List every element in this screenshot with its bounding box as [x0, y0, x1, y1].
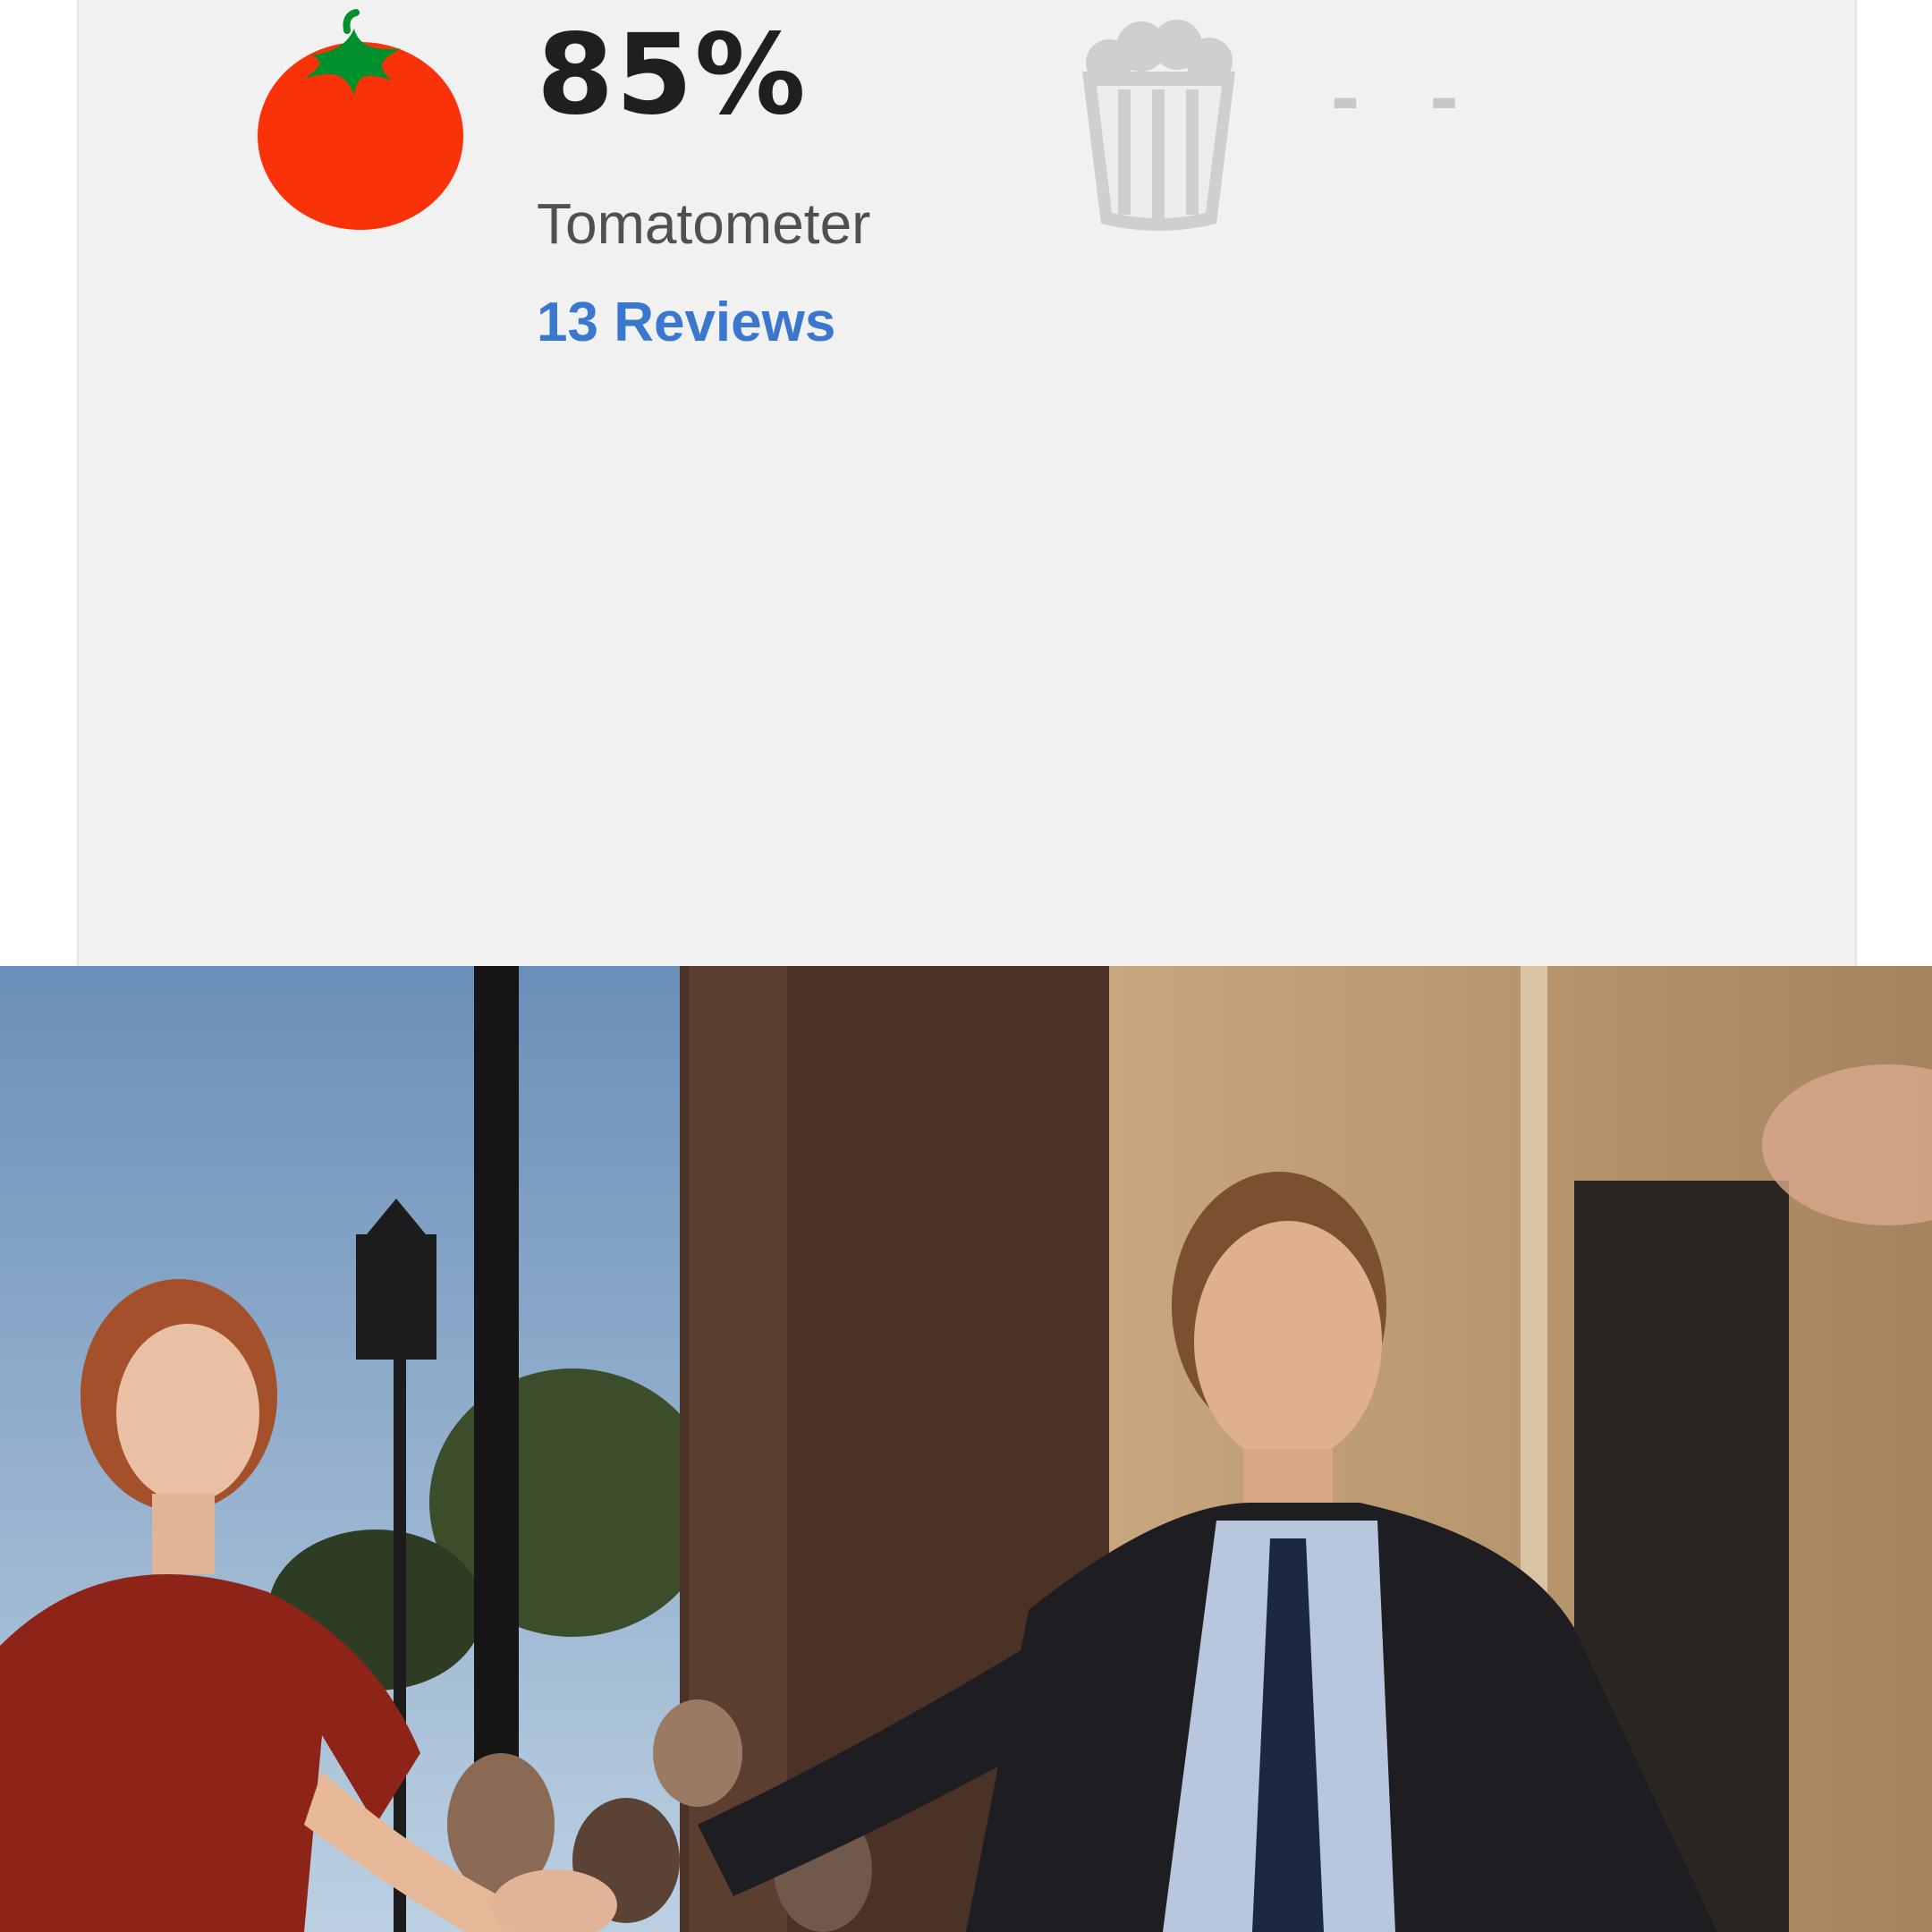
movie-still-photo	[0, 966, 1932, 1932]
tomatometer-label: Tomatometer	[537, 191, 871, 256]
tomatometer-score: 85%	[537, 11, 808, 140]
score-panel: 85% Tomatometer 13 Reviews - -	[77, 0, 1857, 966]
popcorn-bucket-icon	[1082, 20, 1235, 231]
audience-score: - -	[1331, 48, 1482, 144]
fresh-tomato-icon	[258, 9, 463, 230]
reviews-count-link[interactable]: 13 Reviews	[537, 295, 835, 351]
